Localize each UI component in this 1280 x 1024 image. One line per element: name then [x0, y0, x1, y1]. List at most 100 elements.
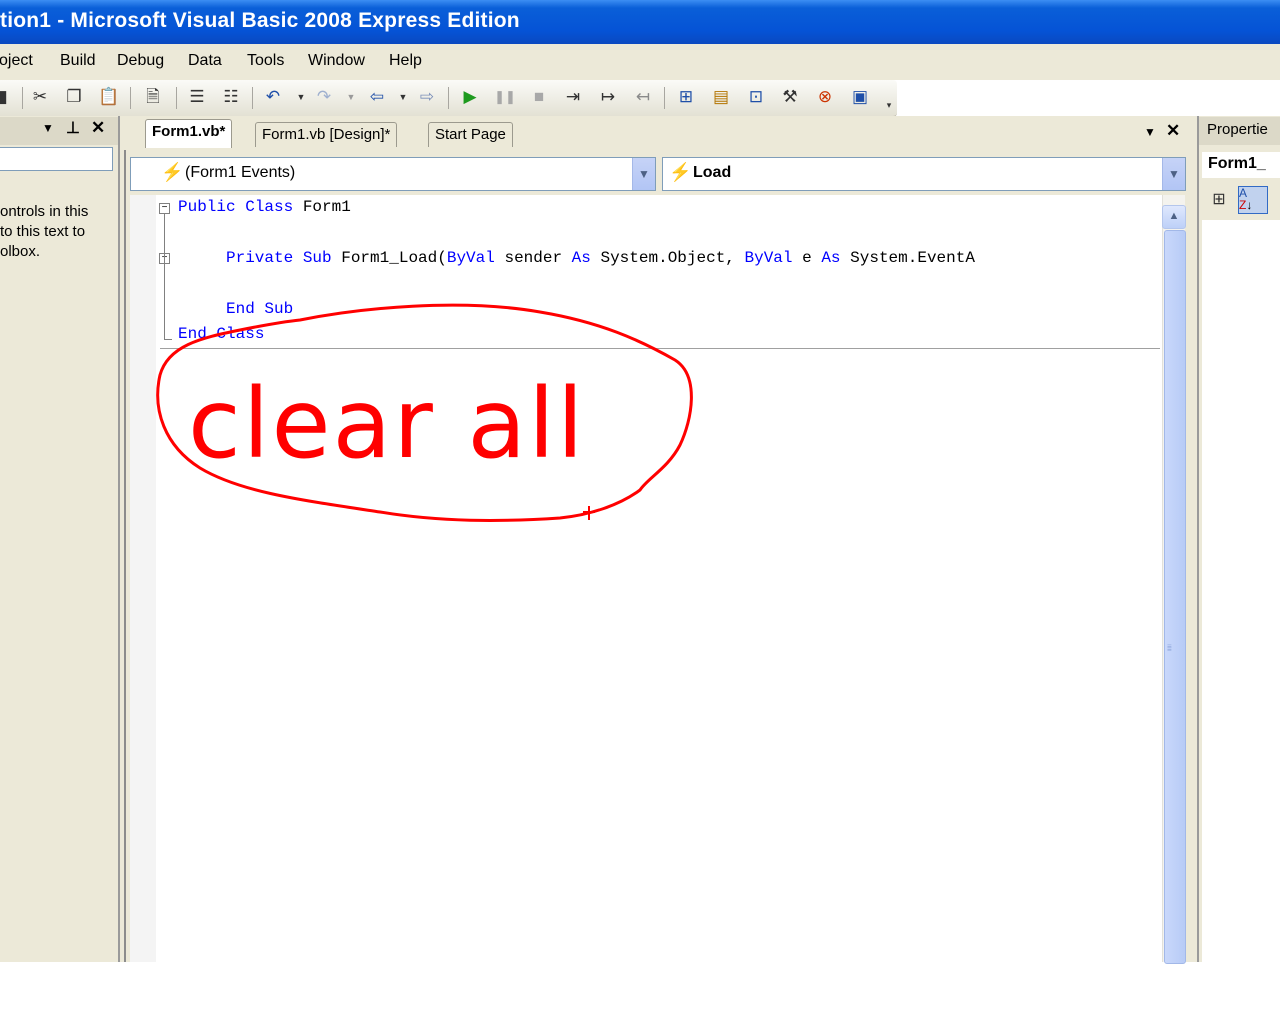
object-browser-icon[interactable]: ⊡ [745, 86, 767, 108]
uncomment-lines-icon[interactable]: ☷ [220, 86, 242, 108]
tabs-dropdown-icon[interactable]: ▼ [1144, 125, 1156, 139]
undo-icon[interactable]: ↶ [262, 86, 284, 108]
code-keyword: End Class [178, 325, 265, 343]
code-line[interactable]: Public Class Form1 [178, 198, 351, 216]
collapse-class-icon[interactable]: − [159, 203, 170, 214]
step-over-icon[interactable]: ↦ [597, 86, 619, 108]
tab-label: Form1.vb* [152, 123, 226, 140]
toolbar-separator [130, 87, 131, 109]
menu-window[interactable]: Window [308, 52, 365, 70]
toolbox-hint-line: olbox. [0, 243, 41, 260]
comment-lines-icon[interactable]: ☰ [186, 86, 208, 108]
code-text: System.EventA [840, 249, 975, 267]
start-page-icon[interactable]: ▣ [849, 86, 871, 108]
toolbar-separator [664, 87, 665, 109]
menu-data[interactable]: Data [188, 52, 222, 70]
code-text: Form1_Load( [331, 249, 447, 267]
toolbox-close-icon[interactable]: ✕ [91, 118, 105, 138]
navigate-forward-icon[interactable]: ⇨ [416, 86, 438, 108]
code-keyword: ByVal [744, 249, 793, 267]
toolbox-hint-line: to this text to [0, 223, 86, 240]
toolbar-separator [22, 87, 23, 109]
undo-dropdown-icon[interactable]: ▼ [290, 86, 312, 108]
scrollbar-thumb[interactable] [1164, 230, 1186, 964]
code-line[interactable]: Private Sub Form1_Load(ByVal sender As S… [226, 249, 975, 267]
redo-dropdown-icon: ▼ [346, 92, 356, 102]
close-document-icon[interactable]: ✕ [1166, 121, 1180, 141]
fold-guide-line [164, 214, 165, 340]
code-keyword: End Sub [226, 300, 294, 318]
start-debugging-icon[interactable]: ▶ [459, 86, 481, 108]
standard-toolbar: ▮ ✂ ❐ 📋 🗎 ☰ ☷ ↶ ▼ ↷ ▼ ⇦ ▼ ⇨ ▶ ❚❚ ■ ⇥ ↦ ↤… [0, 80, 897, 117]
pin-icon[interactable]: ⊥ [66, 118, 80, 138]
properties-grid[interactable] [1202, 220, 1280, 962]
toolbar-separator [252, 87, 253, 109]
tab-label: Start Page [435, 126, 506, 143]
categorized-icon[interactable]: ⊞ [1207, 188, 1231, 212]
method-name-value: Load [693, 164, 732, 181]
code-text: System.Object, [590, 249, 745, 267]
copy-icon[interactable]: ❐ [63, 86, 85, 108]
code-line[interactable]: End Class [178, 325, 264, 343]
properties-object-name: Form1_ [1208, 155, 1266, 172]
event-icon: ⚡ [161, 162, 184, 182]
properties-object-combo[interactable]: Form1_ [1202, 152, 1280, 178]
code-line[interactable]: End Sub [226, 300, 293, 318]
method-name-combo[interactable]: ⚡ Load ▼ [662, 157, 1186, 191]
scroll-up-icon[interactable]: ▲ [1162, 205, 1186, 229]
step-out-icon[interactable]: ↤ [632, 86, 654, 108]
toolbar-options-icon[interactable]: ▾ [878, 94, 900, 116]
class-name-combo[interactable]: ⚡ (Form1 Events) ▼ [130, 157, 656, 191]
code-keyword: Private Sub [226, 249, 332, 267]
properties-title: Propertie [1207, 121, 1268, 138]
chevron-down-icon[interactable]: ▼ [632, 158, 655, 190]
stop-icon: ■ [533, 87, 545, 106]
step-into-icon[interactable]: ⇥ [562, 86, 584, 108]
class-name-value: (Form1 Events) [185, 164, 296, 181]
pause-icon: ❚❚ [494, 89, 516, 104]
toolbox-dropdown-icon[interactable]: ▼ [42, 121, 54, 135]
toolbar-separator [176, 87, 177, 109]
toolbox-header: ▼ ⊥ ✕ [0, 117, 118, 145]
navigate-dropdown-icon[interactable]: ▼ [392, 86, 414, 108]
toolbox-hint-line: ontrols in this [0, 203, 89, 220]
title-bar: tion1 - Microsoft Visual Basic 2008 Expr… [0, 0, 1280, 44]
alphabetical-icon[interactable]: A Z↓ [1238, 186, 1268, 214]
paste-icon[interactable]: 📋 [98, 86, 120, 108]
code-text: sender [494, 249, 572, 267]
scrollbar-grip-icon: ≡ ≡ [1167, 642, 1172, 654]
properties-header: Propertie [1199, 117, 1280, 145]
window-title: tion1 - Microsoft Visual Basic 2008 Expr… [0, 9, 520, 32]
procedure-separator [160, 348, 1160, 349]
toolbox-icon[interactable]: ⚒ [779, 86, 801, 108]
cut-icon[interactable]: ✂ [29, 86, 51, 108]
menu-project[interactable]: oject [0, 52, 33, 70]
fold-guide-end [164, 339, 172, 340]
tab-form1-vb-code[interactable]: Form1.vb* [145, 119, 233, 148]
code-keyword: ByVal [446, 249, 495, 267]
solution-explorer-icon[interactable]: ⊞ [675, 86, 697, 108]
menu-debug[interactable]: Debug [117, 52, 164, 70]
chevron-down-icon[interactable]: ▼ [1162, 158, 1185, 190]
editor-gutter [130, 195, 156, 962]
menu-bar: oject Build Debug Data Tools Window Help [0, 44, 1280, 80]
tab-label: Form1.vb [Design]* [262, 126, 391, 143]
code-text: e [792, 249, 822, 267]
menu-tools[interactable]: Tools [247, 52, 284, 70]
navigate-backward-icon[interactable]: ⇦ [366, 86, 388, 108]
toolbar-separator [448, 87, 449, 109]
menu-build[interactable]: Build [60, 52, 96, 70]
toolbox-search-field[interactable] [0, 147, 113, 171]
code-text: Form1 [293, 198, 351, 216]
find-icon[interactable]: 🗎 [142, 86, 164, 108]
tab-start-page[interactable]: Start Page [428, 122, 513, 147]
properties-window-icon[interactable]: ▤ [710, 86, 732, 108]
code-keyword: As [821, 249, 841, 267]
save-all-icon[interactable]: ▮ [0, 86, 14, 108]
error-list-icon[interactable]: ⊗ [814, 86, 836, 108]
redo-icon[interactable]: ↷ [313, 86, 335, 108]
tab-form1-vb-design[interactable]: Form1.vb [Design]* [255, 122, 398, 147]
menu-help[interactable]: Help [389, 52, 422, 70]
code-keyword: As [571, 249, 591, 267]
event-icon: ⚡ [669, 162, 692, 182]
